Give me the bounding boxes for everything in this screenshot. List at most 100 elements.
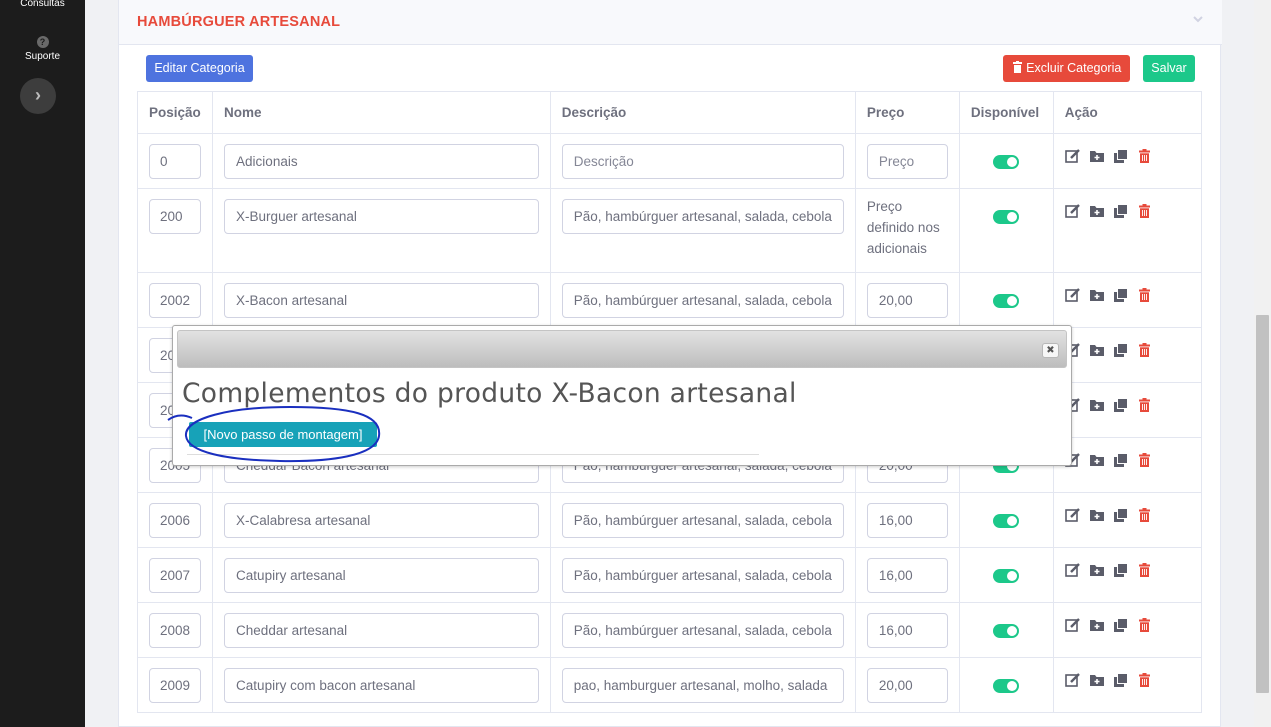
- position-field[interactable]: 0: [149, 144, 202, 179]
- clone-icon[interactable]: [1113, 149, 1129, 163]
- price-field[interactable]: Preço: [866, 144, 948, 179]
- edit-icon[interactable]: [1064, 204, 1081, 218]
- edit-icon[interactable]: [1064, 563, 1081, 577]
- clone-icon[interactable]: [1113, 288, 1129, 302]
- price-field[interactable]: 20,00: [866, 668, 948, 703]
- clone-icon[interactable]: [1113, 398, 1129, 412]
- price-field[interactable]: 20,00: [866, 283, 948, 318]
- name-field[interactable]: Catupiry com bacon artesanal: [224, 668, 539, 703]
- delete-category-button[interactable]: Excluir Categoria: [1003, 55, 1130, 82]
- scrollbar-thumb[interactable]: [1256, 315, 1269, 693]
- description-cell: pao, hamburguer artesanal, molho, salada: [549, 657, 856, 713]
- edit-icon[interactable]: [1064, 288, 1081, 302]
- description-cell: Pão, hambúrguer artesanal, salada, cebol…: [549, 492, 856, 548]
- category-title: HAMBÚRGUER ARTESANAL: [137, 14, 341, 30]
- position-field[interactable]: 200: [149, 199, 202, 234]
- available-toggle[interactable]: [993, 514, 1020, 528]
- name-field[interactable]: X-Bacon artesanal: [224, 283, 539, 318]
- row-actions: [1064, 673, 1190, 687]
- name-cell: X-Burguer artesanal: [212, 188, 551, 273]
- available-cell: [958, 602, 1054, 658]
- folder-plus-icon[interactable]: [1089, 508, 1105, 522]
- folder-plus-icon[interactable]: [1089, 618, 1105, 632]
- price-field[interactable]: 16,00: [866, 558, 948, 593]
- description-field[interactable]: Pão, hambúrguer artesanal, salada, cebol…: [561, 613, 844, 648]
- trash-icon[interactable]: [1137, 204, 1153, 218]
- clone-icon[interactable]: [1113, 673, 1129, 687]
- close-icon[interactable]: ✖: [1042, 343, 1059, 358]
- new-step-button[interactable]: [Novo passo de montagem]: [189, 422, 377, 447]
- description-field[interactable]: Pão, hambúrguer artesanal, salada, cebol…: [561, 503, 844, 538]
- name-cell: Catupiry com bacon artesanal: [212, 657, 551, 713]
- folder-plus-icon[interactable]: [1089, 398, 1105, 412]
- sidebar-toggle-button[interactable]: ›: [20, 78, 56, 114]
- folder-plus-icon[interactable]: [1089, 149, 1105, 163]
- trash-icon[interactable]: [1137, 673, 1153, 687]
- available-toggle[interactable]: [993, 679, 1020, 693]
- actions-cell: [1052, 382, 1203, 438]
- dialog-titlebar[interactable]: ✖: [177, 330, 1067, 368]
- available-cell: [958, 133, 1054, 189]
- name-field[interactable]: Cheddar artesanal: [224, 613, 539, 648]
- trash-icon[interactable]: [1137, 508, 1153, 522]
- available-toggle[interactable]: [993, 294, 1020, 308]
- name-field[interactable]: Adicionais: [224, 144, 539, 179]
- position-cell: 2006: [136, 492, 214, 548]
- price-field[interactable]: 16,00: [866, 613, 948, 648]
- position-field[interactable]: 2006: [149, 503, 202, 538]
- available-cell: [958, 188, 1054, 273]
- edit-icon[interactable]: [1064, 673, 1081, 687]
- trash-icon[interactable]: [1137, 453, 1153, 467]
- description-field[interactable]: Pão, hambúrguer artesanal, salada, cebol…: [561, 199, 844, 234]
- folder-plus-icon[interactable]: [1089, 343, 1105, 357]
- position-field[interactable]: 2009: [149, 668, 202, 703]
- name-field[interactable]: X-Calabresa artesanal: [224, 503, 539, 538]
- position-field[interactable]: 2008: [149, 613, 202, 648]
- column-header: Preço: [854, 91, 960, 134]
- position-field[interactable]: 2002: [149, 283, 202, 318]
- edit-category-button[interactable]: Editar Categoria: [146, 55, 253, 82]
- clone-icon[interactable]: [1113, 453, 1129, 467]
- folder-plus-icon[interactable]: [1089, 673, 1105, 687]
- edit-icon[interactable]: [1064, 618, 1081, 632]
- available-toggle[interactable]: [993, 624, 1020, 638]
- clone-icon[interactable]: [1113, 204, 1129, 218]
- chevron-down-icon[interactable]: [1192, 13, 1204, 25]
- column-header: Nome: [212, 91, 551, 134]
- actions-cell: [1052, 437, 1203, 493]
- price-field[interactable]: 16,00: [866, 503, 948, 538]
- trash-icon[interactable]: [1137, 343, 1153, 357]
- name-field[interactable]: Catupiry artesanal: [224, 558, 539, 593]
- description-field[interactable]: Descrição: [561, 144, 844, 179]
- price-cell: 20,00: [854, 272, 960, 328]
- edit-icon[interactable]: [1064, 508, 1081, 522]
- name-cell: Adicionais: [212, 133, 551, 189]
- available-toggle[interactable]: [993, 210, 1020, 224]
- clone-icon[interactable]: [1113, 618, 1129, 632]
- available-toggle[interactable]: [993, 569, 1020, 583]
- trash-icon[interactable]: [1137, 563, 1153, 577]
- available-toggle[interactable]: [993, 155, 1020, 169]
- trash-icon[interactable]: [1137, 149, 1153, 163]
- folder-plus-icon[interactable]: [1089, 288, 1105, 302]
- description-field[interactable]: pao, hamburguer artesanal, molho, salada: [561, 668, 844, 703]
- sidebar-item-consultas[interactable]: Consultas: [0, 0, 85, 9]
- position-field[interactable]: 2007: [149, 558, 202, 593]
- description-field[interactable]: Pão, hambúrguer artesanal, salada, cebol…: [561, 283, 844, 318]
- sidebar-item-suporte[interactable]: ? Suporte: [0, 36, 85, 62]
- trash-icon[interactable]: [1137, 288, 1153, 302]
- folder-plus-icon[interactable]: [1089, 204, 1105, 218]
- description-field[interactable]: Pão, hambúrguer artesanal, salada, cebol…: [561, 558, 844, 593]
- trash-icon[interactable]: [1137, 398, 1153, 412]
- name-field[interactable]: X-Burguer artesanal: [224, 199, 539, 234]
- category-header[interactable]: HAMBÚRGUER ARTESANAL: [119, 0, 1222, 45]
- folder-plus-icon[interactable]: [1089, 563, 1105, 577]
- edit-icon[interactable]: [1064, 149, 1081, 163]
- save-button[interactable]: Salvar: [1143, 55, 1195, 82]
- trash-icon[interactable]: [1137, 618, 1153, 632]
- folder-plus-icon[interactable]: [1089, 453, 1105, 467]
- clone-icon[interactable]: [1113, 563, 1129, 577]
- clone-icon[interactable]: [1113, 508, 1129, 522]
- actions-cell: [1052, 272, 1203, 328]
- clone-icon[interactable]: [1113, 343, 1129, 357]
